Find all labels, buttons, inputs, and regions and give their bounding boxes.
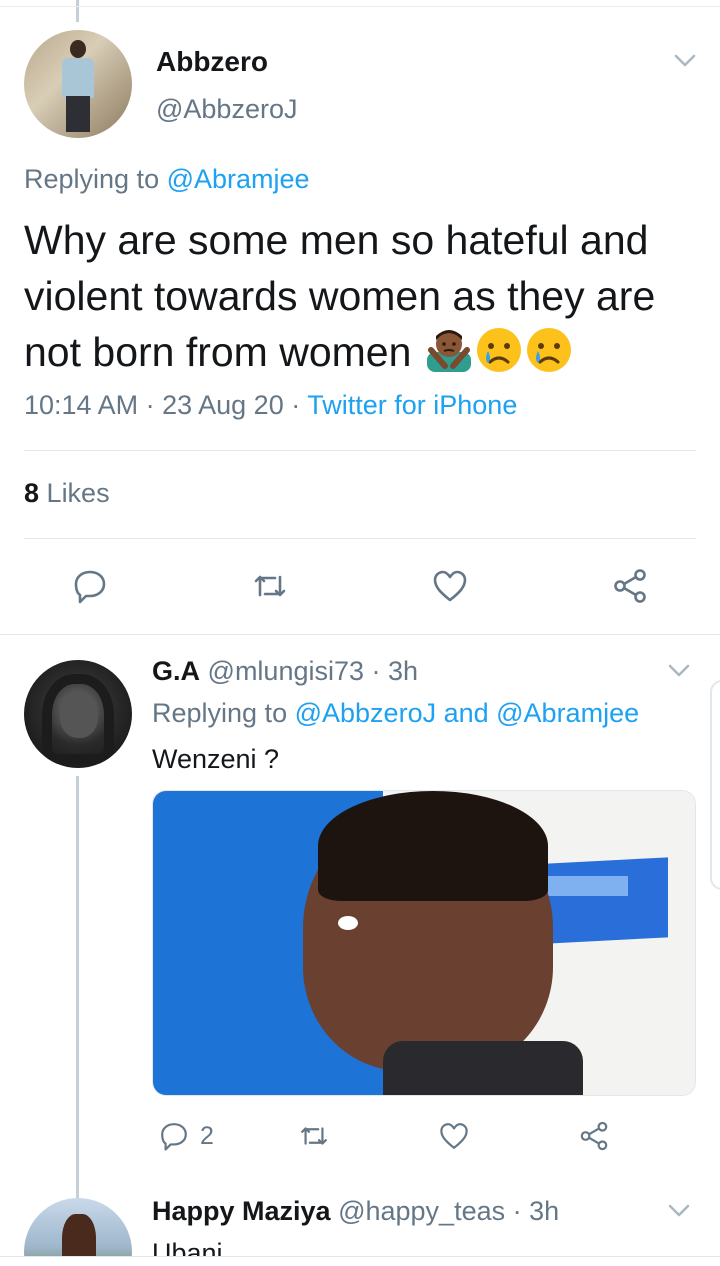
- thread-line: [76, 776, 79, 1198]
- divider: [0, 634, 720, 635]
- author-handle[interactable]: @happy_teas: [338, 1196, 505, 1226]
- scroll-indicator[interactable]: [710, 680, 720, 890]
- reply-count: 2: [200, 1121, 214, 1150]
- author-name[interactable]: Abbzero: [156, 46, 268, 78]
- meta-separator: ·: [291, 390, 308, 420]
- replying-to: Replying to @AbbzeroJ and @Abramjee: [152, 698, 639, 729]
- avatar[interactable]: [24, 660, 132, 768]
- retweet-button[interactable]: [298, 1116, 330, 1156]
- like-button[interactable]: [430, 566, 470, 606]
- author-handle[interactable]: @AbbzeroJ: [156, 94, 297, 125]
- thread-line: [76, 0, 79, 22]
- reply-icon: [161, 1123, 187, 1151]
- tweet-time: 10:14 AM: [24, 390, 139, 420]
- tweet-date: 23 Aug 20: [162, 390, 284, 420]
- reply-icon: [74, 570, 106, 604]
- retweet-icon: [254, 575, 286, 597]
- replying-mention-link[interactable]: @Abramjee: [167, 164, 310, 194]
- avatar-photo: [60, 692, 98, 738]
- like-button[interactable]: [438, 1116, 470, 1156]
- author-name[interactable]: Happy Maziya: [152, 1196, 331, 1226]
- tweet-detail-screen: Abbzero @AbbzeroJ Replying to @Abramjee …: [0, 0, 720, 1266]
- tweet-age: 3h: [388, 656, 419, 686]
- meta-separator: ·: [371, 656, 389, 686]
- retweet-button[interactable]: [250, 566, 290, 606]
- divider: [24, 538, 696, 539]
- likes-count: 8: [24, 478, 40, 508]
- tweet-source-link[interactable]: Twitter for iPhone: [307, 390, 517, 420]
- replying-to: Replying to @Abramjee: [24, 164, 310, 195]
- tweet-meta: 10:14 AM · 23 Aug 20 · Twitter for iPhon…: [24, 390, 517, 421]
- divider: [24, 450, 696, 451]
- meta-separator: ·: [145, 390, 163, 420]
- reply-header: Happy Maziya @happy_teas · 3h: [152, 1196, 559, 1227]
- replying-label: Replying to: [152, 698, 288, 728]
- tweet-text: Why are some men so hateful and violent …: [24, 212, 704, 380]
- person-gesturing-no-emoji: [426, 330, 471, 372]
- replying-mention-link[interactable]: @AbbzeroJ and @Abramjee: [295, 698, 640, 728]
- reply-button[interactable]: 2: [158, 1116, 214, 1156]
- heart-icon: [440, 1123, 468, 1149]
- share-button[interactable]: [578, 1116, 610, 1156]
- divider: [0, 6, 720, 7]
- heart-icon: [433, 570, 467, 602]
- chevron-down-icon[interactable]: [668, 664, 690, 678]
- avatar[interactable]: [24, 30, 132, 138]
- tweet-text: Wenzeni ?: [152, 744, 280, 774]
- crying-face-emoji: [476, 328, 521, 372]
- author-name[interactable]: G.A: [152, 656, 200, 686]
- tweet-age: 3h: [529, 1196, 560, 1226]
- avatar-photo: [62, 40, 94, 132]
- likes-count-link[interactable]: 8 Likes: [24, 478, 110, 509]
- share-button[interactable]: [610, 566, 650, 606]
- tweet-media-image[interactable]: [152, 790, 696, 1096]
- reply-header: G.A @mlungisi73 · 3h: [152, 656, 418, 687]
- crying-face-emoji: [526, 328, 571, 372]
- reply-button[interactable]: [70, 566, 110, 606]
- replying-label: Replying to: [24, 164, 160, 194]
- share-icon: [580, 1121, 608, 1151]
- tweet-text: Ubani: [152, 1238, 223, 1258]
- likes-label: Likes: [46, 478, 110, 508]
- chevron-down-icon[interactable]: [668, 1204, 690, 1218]
- chevron-down-icon[interactable]: [674, 54, 696, 68]
- author-handle[interactable]: @mlungisi73: [208, 656, 364, 686]
- bottom-bar: [0, 1256, 720, 1266]
- share-icon: [614, 569, 646, 603]
- retweet-icon: [301, 1127, 327, 1145]
- meta-separator: ·: [512, 1196, 530, 1226]
